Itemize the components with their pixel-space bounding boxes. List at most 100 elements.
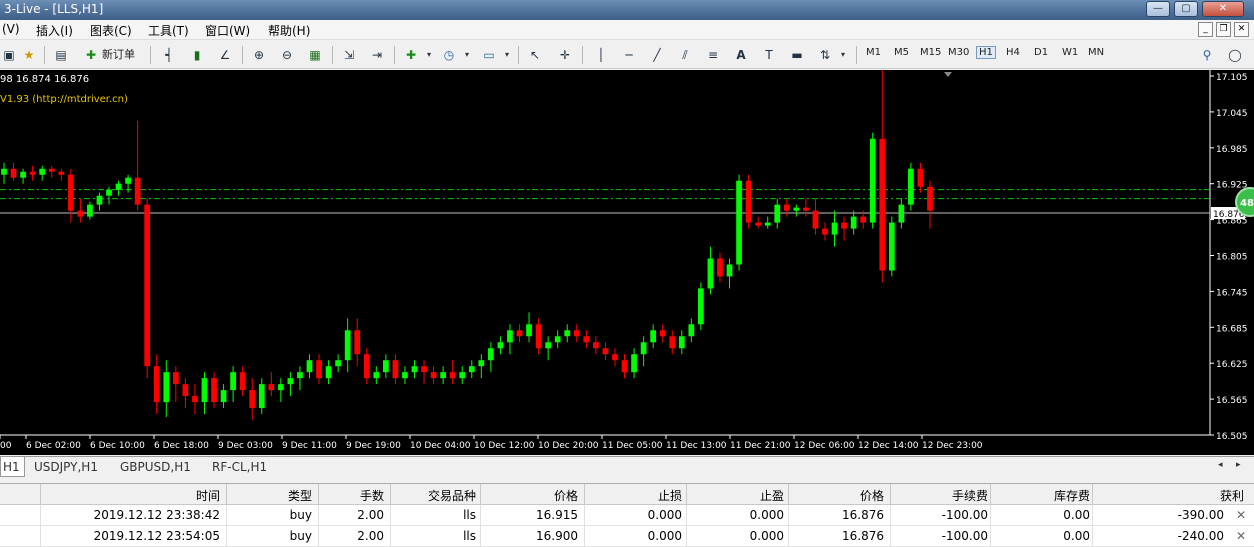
mdi-minimize-button[interactable]: _ <box>1198 22 1213 37</box>
search-icon[interactable]: ⚲ <box>1198 46 1216 64</box>
templates-icon[interactable]: ▭ <box>480 46 498 64</box>
timeframe-h4[interactable]: H4 <box>1006 47 1020 58</box>
text-label-icon[interactable]: T <box>760 46 778 64</box>
price-tick-label: 17.105 <box>1216 73 1248 83</box>
candle-body <box>812 210 819 229</box>
candle-body <box>115 183 122 190</box>
candle-body <box>736 180 742 265</box>
col-profit[interactable]: 获利 <box>1220 487 1244 504</box>
cell-open-price: 16.915 <box>536 508 578 522</box>
maximize-button[interactable]: ▢ <box>1174 1 1198 17</box>
close-button[interactable]: ✕ <box>1202 1 1244 17</box>
auto-scroll-icon[interactable]: ⇲ <box>340 46 358 64</box>
arrows-dropdown-icon[interactable]: ▾ <box>834 46 852 64</box>
timeframe-w1[interactable]: W1 <box>1062 47 1078 58</box>
menu-window[interactable]: 窗口(W) <box>205 22 250 39</box>
menu-help[interactable]: 帮助(H) <box>268 22 310 39</box>
zoom-out-icon[interactable]: ⊖ <box>278 46 296 64</box>
rectangle-icon[interactable]: ▬ <box>788 46 806 64</box>
arrows-icon[interactable]: ⇅ <box>816 46 834 64</box>
text-tool-icon[interactable]: A <box>732 46 750 64</box>
col-current-price[interactable]: 价格 <box>860 487 884 504</box>
table-row[interactable]: 2019.12.12 23:38:42 buy 2.00 lls 16.915 0.000… <box>0 505 1254 526</box>
menu-insert[interactable]: 插入(I) <box>36 22 73 39</box>
horizontal-line-icon[interactable]: ─ <box>620 46 638 64</box>
vertical-line-icon[interactable]: │ <box>592 46 610 64</box>
new-order-icon[interactable]: ✚ <box>82 46 100 64</box>
col-time[interactable]: 时间 <box>196 487 220 504</box>
trendline-icon[interactable]: ╱ <box>648 46 666 64</box>
mdi-close-button[interactable]: ✕ <box>1234 22 1249 37</box>
fibonacci-icon[interactable]: ≡ <box>704 46 722 64</box>
cell-current-price: 16.876 <box>842 508 884 522</box>
tile-windows-icon[interactable]: ▦ <box>306 46 324 64</box>
timeframe-d1[interactable]: D1 <box>1034 47 1048 58</box>
price-chart[interactable]: 17.105 17.045 16.985 16.925 16.865 16.805 16.7… <box>0 70 1254 455</box>
timeframe-mn[interactable]: MN <box>1088 47 1104 58</box>
navigator-icon[interactable]: ▤ <box>52 46 70 64</box>
tab-gbpusd-h1[interactable]: GBPUSD,H1 <box>120 460 191 474</box>
favorites-icon[interactable]: ★ <box>20 46 38 64</box>
timeframe-m5[interactable]: M5 <box>894 47 909 58</box>
col-symbol[interactable]: 交易品种 <box>428 487 476 504</box>
candle-body <box>335 360 341 367</box>
chart-shift-icon[interactable]: ⇥ <box>368 46 386 64</box>
col-take-profit[interactable]: 止盈 <box>760 487 784 504</box>
col-type[interactable]: 类型 <box>288 487 312 504</box>
candlestick-chart-icon[interactable]: ▮ <box>188 46 206 64</box>
bar-chart-icon[interactable]: ┥ <box>160 46 178 64</box>
candle-body <box>478 360 485 367</box>
candle-body <box>182 384 189 397</box>
timeframe-m1[interactable]: M1 <box>866 47 881 58</box>
candle-body <box>430 372 437 379</box>
col-commission[interactable]: 手续费 <box>952 487 988 504</box>
view-toggle-icon[interactable]: ▣ <box>0 46 18 64</box>
col-volume[interactable]: 手数 <box>360 487 384 504</box>
col-open-price[interactable]: 价格 <box>554 487 578 504</box>
cell-time: 2019.12.12 23:38:42 <box>93 508 220 522</box>
chat-icon[interactable]: ◯ <box>1226 46 1244 64</box>
cursor-icon[interactable]: ↖ <box>526 46 544 64</box>
timeframe-m30[interactable]: M30 <box>948 47 969 58</box>
periods-dropdown-icon[interactable]: ▾ <box>458 46 476 64</box>
timeframe-m15[interactable]: M15 <box>920 47 941 58</box>
candle-body <box>707 258 714 289</box>
tab-usdjpy-h1[interactable]: USDJPY,H1 <box>34 460 98 474</box>
minimize-button[interactable]: — <box>1146 1 1170 17</box>
indicators-icon[interactable]: ✚ <box>402 46 420 64</box>
candle-body <box>535 324 542 349</box>
candle-body <box>917 168 924 187</box>
time-tick-label: 11 Dec 21:00 <box>730 441 791 451</box>
cell-swap: 0.00 <box>1063 529 1090 543</box>
close-position-icon[interactable]: ✕ <box>1236 508 1246 522</box>
mdi-restore-button[interactable]: ❐ <box>1216 22 1231 37</box>
tabs-scroll-left-icon[interactable]: ◂ <box>1218 460 1223 470</box>
tab-rf-cl-h1[interactable]: RF-CL,H1 <box>212 460 267 474</box>
table-row[interactable]: 2019.12.12 23:54:05 buy 2.00 lls 16.900 0.000… <box>0 526 1254 547</box>
candle-body <box>822 228 828 235</box>
tabs-scroll-right-icon[interactable]: ▸ <box>1236 460 1241 470</box>
cell-stop-loss: 0.000 <box>647 508 682 522</box>
periods-icon[interactable]: ◷ <box>440 46 458 64</box>
templates-dropdown-icon[interactable]: ▾ <box>498 46 516 64</box>
zoom-in-icon[interactable]: ⊕ <box>250 46 268 64</box>
candle-body <box>325 366 332 379</box>
timeframe-h1[interactable]: H1 <box>976 46 996 59</box>
close-position-icon[interactable]: ✕ <box>1236 529 1246 543</box>
time-tick-label: 00 <box>0 441 12 451</box>
tab-lls-h1[interactable]: H1 <box>0 457 25 477</box>
col-swap[interactable]: 库存费 <box>1054 487 1090 504</box>
indicators-dropdown-icon[interactable]: ▾ <box>420 46 438 64</box>
equidistant-channel-icon[interactable]: ⫽ <box>676 46 694 64</box>
new-order-button[interactable]: 新订单 <box>102 46 135 64</box>
menu-charts[interactable]: 图表(C) <box>90 22 132 39</box>
col-stop-loss[interactable]: 止损 <box>658 487 682 504</box>
chart-canvas[interactable]: 17.10517.04516.98516.92516.86516.80516.7… <box>0 70 1254 455</box>
menu-view[interactable]: (V) <box>2 22 20 36</box>
line-chart-icon[interactable]: ∠ <box>216 46 234 64</box>
crosshair-icon[interactable]: ✛ <box>556 46 574 64</box>
candle-body <box>77 210 84 217</box>
candle-body <box>602 348 609 355</box>
menu-tools[interactable]: 工具(T) <box>148 22 189 39</box>
cell-swap: 0.00 <box>1063 508 1090 522</box>
